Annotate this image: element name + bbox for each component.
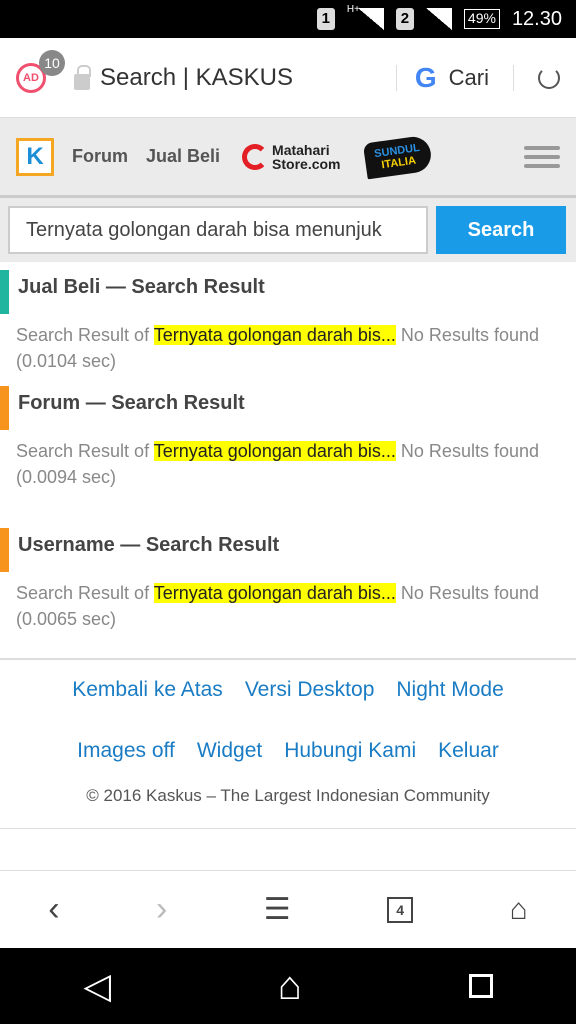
forward-icon[interactable]: ›	[156, 890, 167, 929]
menu-icon[interactable]: ☰	[264, 892, 291, 927]
section-accent-bar	[0, 528, 9, 572]
section-accent-bar	[0, 386, 9, 430]
section-accent-bar	[0, 270, 9, 314]
section-title: Forum — Search Result	[18, 392, 245, 414]
adblock-text: AD	[23, 71, 39, 84]
section-title: Username — Search Result	[18, 534, 280, 556]
home-icon[interactable]: ⌂	[278, 964, 302, 1009]
section-result-text: Search Result of Ternyata golongan darah…	[16, 438, 560, 490]
android-nav-bar: ◁ ⌂	[0, 948, 576, 1024]
result-prefix: Search Result of	[16, 441, 154, 461]
search-result-section: Username — Search Result Search Result o…	[0, 520, 576, 632]
page-title[interactable]: Search | KASKUS	[100, 64, 293, 92]
search-result-section: Jual Beli — Search Result Search Result …	[0, 262, 576, 374]
tabs-button[interactable]: 4	[387, 896, 414, 923]
matahari-text: Store.com	[272, 155, 341, 172]
section-title: Jual Beli — Search Result	[18, 276, 265, 298]
footer: Kembali ke Atas Versi Desktop Night Mode…	[0, 658, 576, 829]
search-row: Search	[0, 198, 576, 262]
matahari-store-logo[interactable]: Matahari Store.com	[242, 141, 341, 172]
nav-jual-beli[interactable]: Jual Beli	[146, 146, 220, 167]
desktop-version-link[interactable]: Versi Desktop	[245, 678, 375, 721]
contact-link[interactable]: Hubungi Kami	[284, 739, 416, 782]
reload-icon[interactable]	[538, 66, 560, 89]
back-icon[interactable]: ‹	[48, 890, 59, 929]
sim2-icon: 2	[395, 8, 414, 30]
google-search-button[interactable]: Cari	[449, 65, 489, 91]
signal-icon	[425, 8, 452, 30]
search-query-highlight: Ternyata golongan darah bis...	[153, 441, 396, 461]
night-mode-link[interactable]: Night Mode	[396, 678, 503, 721]
battery-icon: 49%	[463, 9, 500, 29]
lock-icon	[74, 64, 91, 90]
search-query-highlight: Ternyata golongan darah bis...	[153, 325, 396, 345]
divider	[513, 64, 514, 91]
result-prefix: Search Result of	[16, 583, 154, 603]
search-button[interactable]: Search	[436, 206, 566, 254]
divider	[395, 64, 397, 91]
back-icon[interactable]: ◁	[83, 965, 111, 1007]
adblock-icon[interactable]: AD 10	[16, 49, 65, 93]
site-nav: K Forum Jual Beli Matahari Store.com SUND…	[0, 118, 576, 198]
nav-forum[interactable]: Forum	[72, 146, 128, 167]
kaskus-logo[interactable]: K	[16, 137, 54, 176]
recents-icon[interactable]	[468, 974, 493, 998]
copyright: © 2016 Kaskus – The Largest Indonesian C…	[0, 786, 576, 829]
browser-toolbar: ‹ › ☰ 4 ⌂	[0, 870, 576, 948]
sim1-icon: 1	[316, 8, 335, 30]
menu-icon[interactable]	[524, 141, 560, 173]
signal-icon	[357, 8, 384, 30]
section-result-text: Search Result of Ternyata golongan darah…	[16, 580, 560, 632]
search-query-highlight: Ternyata golongan darah bis...	[153, 583, 396, 603]
url-bar: AD 10 Search | KASKUS G Cari	[0, 38, 576, 118]
back-to-top-link[interactable]: Kembali ke Atas	[72, 678, 223, 721]
logout-link[interactable]: Keluar	[438, 739, 499, 782]
google-icon[interactable]: G	[415, 62, 437, 94]
widget-link[interactable]: Widget	[197, 739, 262, 782]
search-result-section: Forum — Search Result Search Result of T…	[0, 378, 576, 490]
search-input[interactable]	[8, 206, 428, 254]
adblock-count-badge: 10	[39, 49, 65, 76]
result-prefix: Search Result of	[16, 325, 154, 345]
matahari-icon	[242, 143, 269, 170]
section-result-text: Search Result of Ternyata golongan darah…	[16, 322, 560, 374]
status-bar: 1 H+ 2 49% 12.30	[0, 0, 576, 38]
home-icon[interactable]: ⌂	[510, 893, 528, 927]
sundul-italia-logo[interactable]: SUNDUL ITALIA	[362, 134, 433, 179]
images-off-link[interactable]: Images off	[77, 739, 175, 782]
clock: 12.30	[511, 7, 562, 30]
matahari-text: Matahari	[272, 141, 330, 158]
